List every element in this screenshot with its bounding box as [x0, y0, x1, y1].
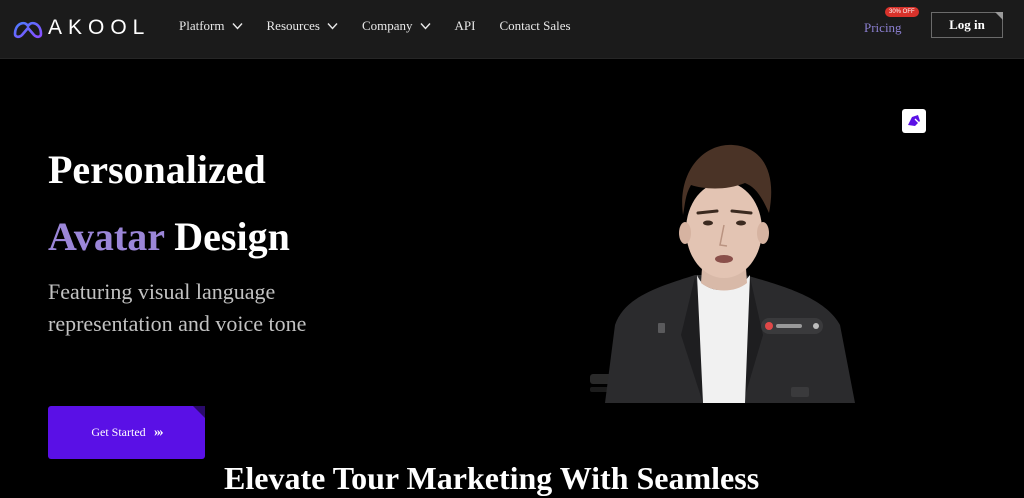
nav-item-label: Resources [266, 18, 320, 33]
nav-item-company[interactable]: Company [362, 18, 431, 34]
hero-title-rest: Design [174, 214, 290, 259]
nav-item-label: API [454, 18, 476, 33]
discount-badge: 30% OFF [885, 7, 919, 17]
chevron-down-icon [419, 23, 431, 30]
nav-item-label: Company [361, 18, 413, 33]
pricing-link[interactable]: Pricing [864, 20, 902, 35]
nav-item-resources[interactable]: Resources [267, 18, 338, 34]
nav-item-api[interactable]: API [455, 18, 476, 34]
pricing-link-wrap: 30% OFF Pricing [864, 7, 919, 37]
nav-item-contact-sales[interactable]: Contact Sales [499, 18, 570, 34]
section-title: Elevate Tour Marketing With Seamless [224, 460, 760, 496]
pencil-edit-icon[interactable] [902, 109, 926, 133]
hero-subtitle: Featuring visual language representation… [48, 279, 307, 336]
main-menu: Platform Resources Company API Contact S… [179, 18, 595, 34]
chevron-down-icon [231, 23, 243, 30]
double-chevron-right-icon: ››› [153, 424, 164, 440]
hero-title-accent: Avatar [48, 214, 165, 259]
login-label: Log in [949, 17, 985, 32]
brand-logo[interactable]: AKOOL [12, 14, 150, 42]
brand-name: AKOOL [48, 16, 151, 39]
hero-title-line1: Personalized [48, 147, 266, 192]
corner-accent [995, 12, 1003, 20]
nav-item-label: Contact Sales [499, 18, 571, 33]
nav-item-platform[interactable]: Platform [179, 18, 243, 34]
avatar-illustration [590, 144, 855, 403]
top-navbar: AKOOL Platform Resources Company API Con… [0, 0, 1024, 59]
login-button[interactable]: Log in [931, 12, 1003, 38]
akool-logo-icon [13, 21, 43, 39]
cta-label: Get Started [91, 425, 146, 439]
get-started-button[interactable]: Get Started ››› [48, 406, 205, 459]
hero-title-line2: Avatar Design [48, 213, 290, 261]
avatar-image [585, 135, 855, 403]
corner-accent [193, 406, 205, 418]
chevron-down-icon [327, 23, 338, 30]
nav-item-label: Platform [179, 18, 225, 33]
pencil-edit-glyph [908, 115, 920, 126]
